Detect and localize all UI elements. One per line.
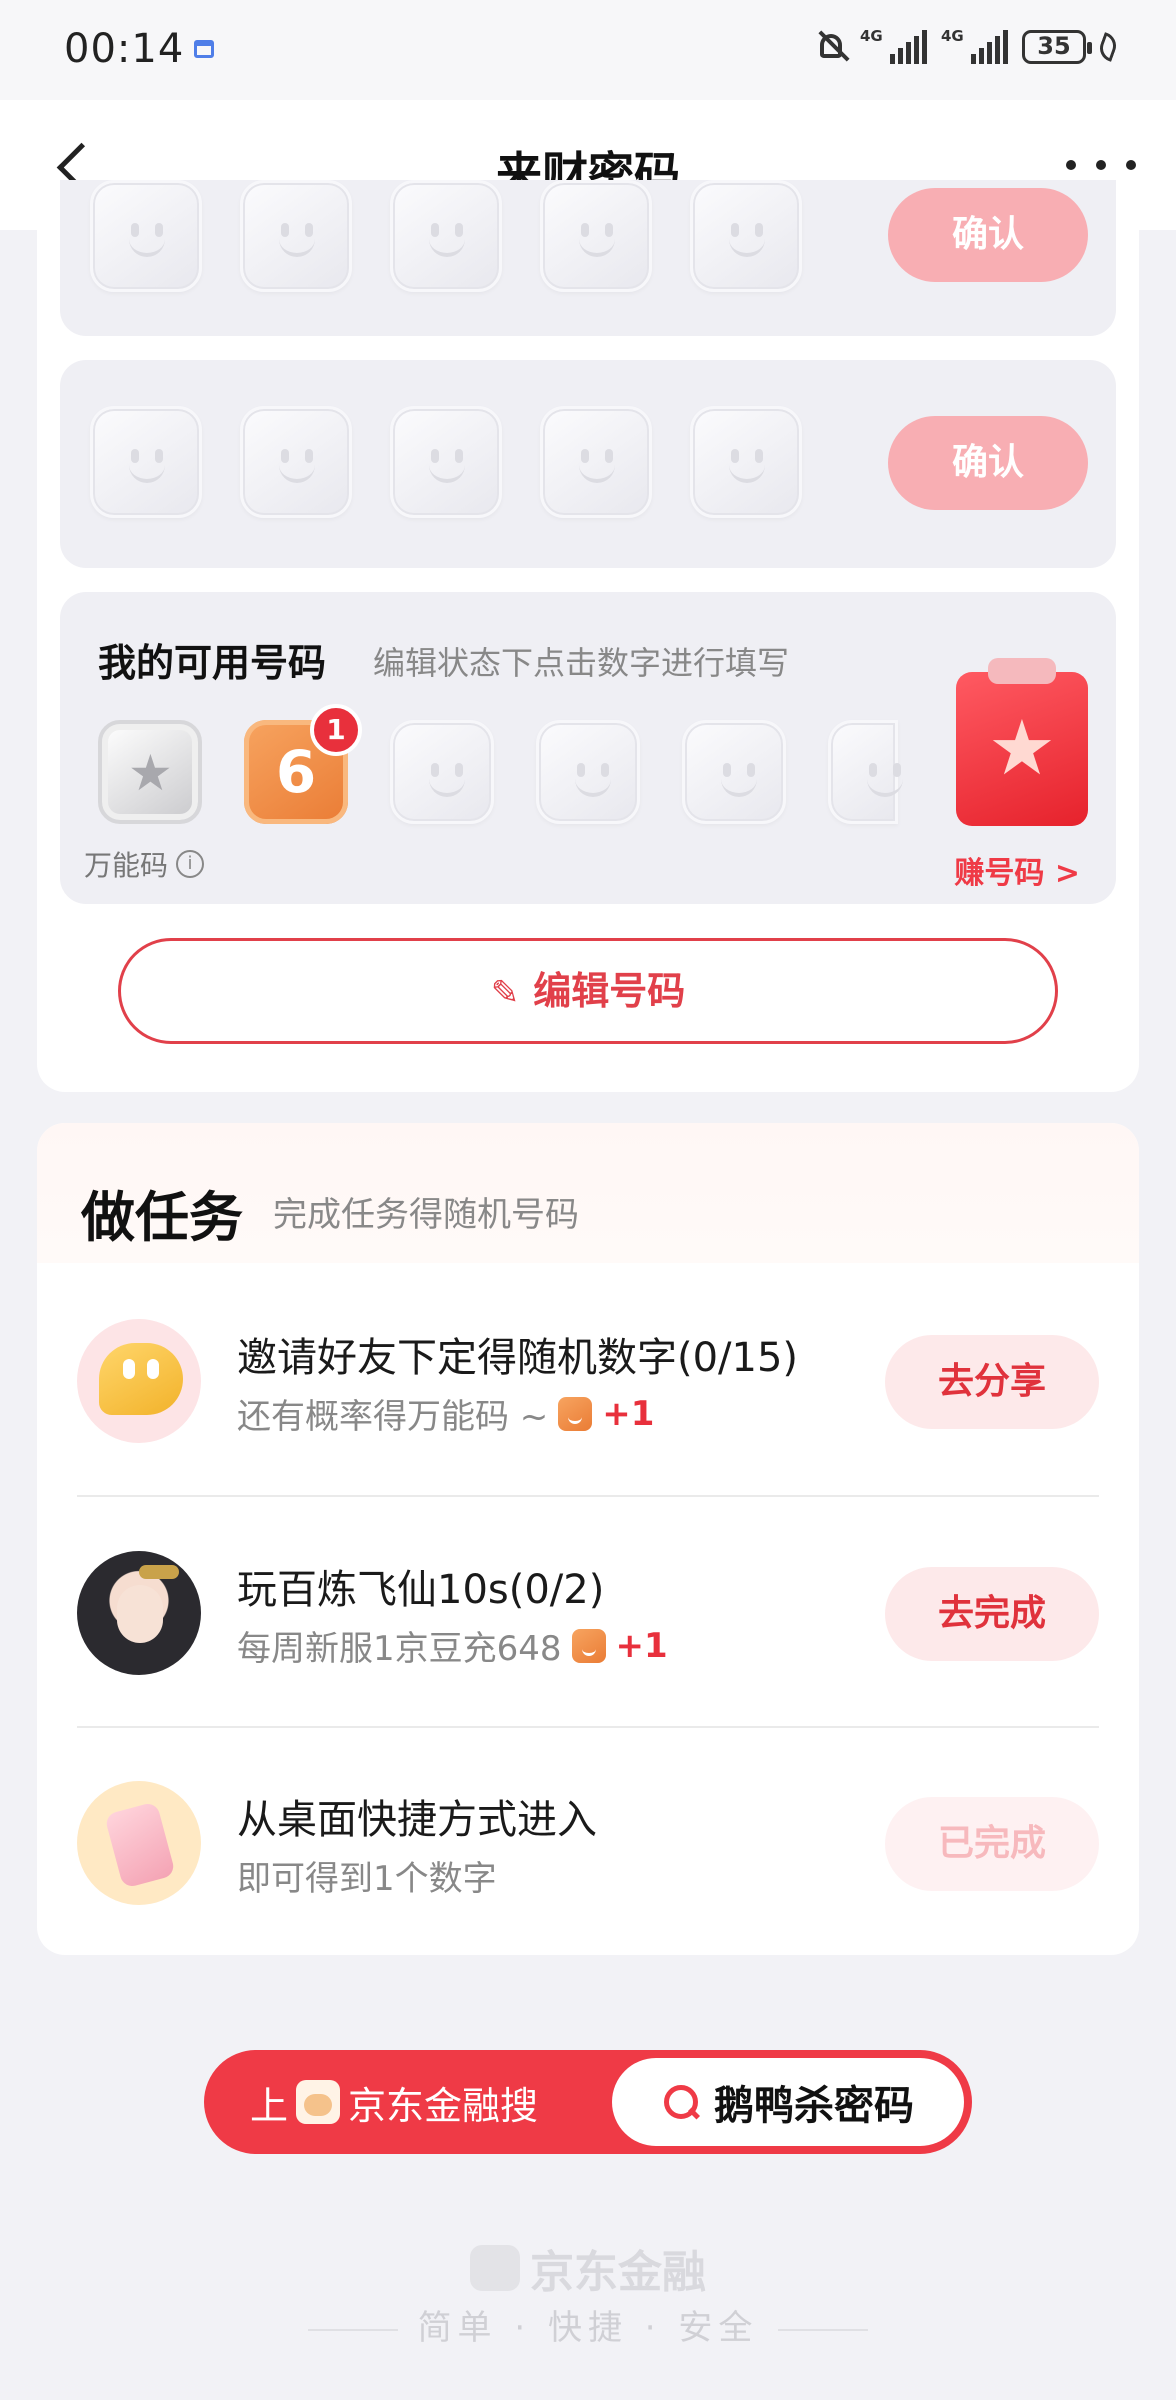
empty-slot[interactable] xyxy=(90,406,202,518)
password-card: 确认 确认 我的可用号码 编辑状态下点击数字进行填写 ★ 6 1 万能码 i ★… xyxy=(37,180,1139,1092)
star-icon: ★ xyxy=(987,703,1057,792)
search-query-text: 鹅鸭杀密码 xyxy=(714,2083,914,2129)
search-banner-prefix: 上 京东金融搜 xyxy=(250,2050,538,2154)
task-desc-text: 每周新服1京豆充648 xyxy=(237,1629,562,1669)
task-item-shortcut: 从桌面快捷方式进入 即可得到1个数字 已完成 xyxy=(37,1725,1139,1955)
available-numbers-title: 我的可用号码 xyxy=(98,641,327,685)
empty-slot[interactable] xyxy=(390,406,502,518)
edit-numbers-label: 编辑号码 xyxy=(533,969,686,1013)
confirm-button-row-2[interactable]: 确认 xyxy=(888,416,1088,510)
guess-row-2: 确认 xyxy=(60,360,1116,568)
tasks-header: 做任务 完成任务得随机号码 xyxy=(37,1123,1139,1263)
task-desc: 即可得到1个数字 xyxy=(237,1851,497,1900)
app-name-text: 京东金融搜 xyxy=(348,2083,539,2128)
task-item-game: 玩百炼飞仙10s(0/2) 每周新服1京豆充648 +1 去完成 xyxy=(37,1495,1139,1725)
wildcard-label: 万能码 i xyxy=(84,844,205,884)
guess-row-1: 确认 xyxy=(60,180,1116,336)
available-numbers-hint: 编辑状态下点击数字进行填写 xyxy=(373,644,790,682)
task-item-invite: 邀请好友下定得随机数字(0/15) 还有概率得万能码 ~ +1 去分享 xyxy=(37,1263,1139,1493)
task-desc: 每周新服1京豆充648 +1 xyxy=(237,1621,668,1670)
task-desc: 还有概率得万能码 ~ +1 xyxy=(237,1389,654,1438)
signal-icon-1: 4G xyxy=(860,27,927,64)
battery-icon: 35 xyxy=(1022,30,1092,64)
guess-row-2-slots xyxy=(90,406,802,518)
wildcard-code-tile[interactable]: ★ xyxy=(98,720,202,824)
empty-slot[interactable] xyxy=(240,180,352,292)
star-icon: ★ xyxy=(128,744,173,802)
empty-slot[interactable] xyxy=(690,406,802,518)
task-desc-text: 还有概率得万能码 ~ xyxy=(237,1397,549,1437)
empty-slot xyxy=(828,720,903,824)
wildcard-label-text: 万能码 xyxy=(84,849,169,882)
empty-slot[interactable] xyxy=(540,406,652,518)
status-time: 00:14 xyxy=(64,26,185,72)
earn-numbers-card[interactable]: ★ xyxy=(956,658,1088,826)
status-bar: 00:14 4G 4G 35 xyxy=(0,0,1176,100)
confirm-button-row-1[interactable]: 确认 xyxy=(888,188,1088,282)
empty-slot xyxy=(682,720,786,824)
number-cube-icon xyxy=(558,1396,593,1431)
empty-slot[interactable] xyxy=(90,180,202,292)
power-saving-leaf-icon xyxy=(1096,32,1120,62)
number-cube-icon xyxy=(571,1628,606,1663)
empty-slot[interactable] xyxy=(390,180,502,292)
earn-numbers-link[interactable]: 赚号码 > xyxy=(954,848,1080,892)
jd-finance-logo-icon xyxy=(296,2080,341,2124)
jd-finance-logo-icon xyxy=(470,2245,520,2291)
game-avatar xyxy=(77,1551,201,1675)
search-prefix-text: 上 xyxy=(250,2083,289,2128)
mute-bell-icon xyxy=(814,28,850,66)
network-type-1: 4G xyxy=(860,27,883,45)
footer-slogan-text: 简单 · 快捷 · 安全 xyxy=(417,2308,759,2348)
signal-icon-2: 4G xyxy=(941,27,1008,64)
tasks-subtitle: 完成任务得随机号码 xyxy=(273,1195,579,1235)
edit-numbers-button[interactable]: ✎ 编辑号码 xyxy=(118,938,1058,1044)
available-number-slots: ★ 6 1 xyxy=(98,704,903,824)
guess-row-1-slots xyxy=(90,180,802,292)
footer-brand-text: 京东金融 xyxy=(530,2247,706,2298)
task-title: 玩百炼飞仙10s(0/2) xyxy=(237,1567,605,1613)
count-badge: 1 xyxy=(310,704,362,756)
task-desc-text: 即可得到1个数字 xyxy=(237,1859,497,1899)
tasks-card: 做任务 完成任务得随机号码 邀请好友下定得随机数字(0/15) 还有概率得万能码… xyxy=(37,1123,1139,1955)
chat-bubble-icon xyxy=(77,1319,201,1443)
reward-count: +1 xyxy=(602,1393,655,1434)
more-options-icon[interactable] xyxy=(1066,150,1136,180)
empty-slot[interactable] xyxy=(690,180,802,292)
calendar-icon xyxy=(194,40,214,58)
go-complete-button[interactable]: 去完成 xyxy=(885,1567,1099,1661)
status-icons: 4G 4G 35 xyxy=(814,27,1120,66)
empty-slot xyxy=(390,720,494,824)
network-type-2: 4G xyxy=(941,27,964,45)
info-icon[interactable]: i xyxy=(176,850,205,878)
footer-brand: 京东金融 xyxy=(0,2236,1176,2300)
completed-button: 已完成 xyxy=(885,1797,1099,1891)
share-button[interactable]: 去分享 xyxy=(885,1335,1099,1429)
tasks-title: 做任务 xyxy=(81,1186,243,1249)
pencil-icon: ✎ xyxy=(490,973,520,1013)
task-title: 邀请好友下定得随机数字(0/15) xyxy=(237,1335,799,1381)
empty-slot xyxy=(536,720,640,824)
search-icon xyxy=(662,2083,700,2121)
phone-hand-icon xyxy=(77,1781,201,1905)
search-banner[interactable]: 上 京东金融搜 鹅鸭杀密码 xyxy=(204,2050,972,2154)
available-numbers-panel: 我的可用号码 编辑状态下点击数字进行填写 ★ 6 1 万能码 i ★ 赚号码 > xyxy=(60,592,1116,904)
reward-count: +1 xyxy=(615,1625,668,1666)
empty-slot[interactable] xyxy=(540,180,652,292)
footer-slogan: 简单 · 快捷 · 安全 xyxy=(0,2300,1176,2349)
number-tile[interactable]: 6 1 xyxy=(244,704,362,824)
empty-slot[interactable] xyxy=(240,406,352,518)
search-query-box[interactable]: 鹅鸭杀密码 xyxy=(612,2058,964,2146)
task-title: 从桌面快捷方式进入 xyxy=(237,1797,597,1843)
clipboard-clip xyxy=(988,658,1056,684)
